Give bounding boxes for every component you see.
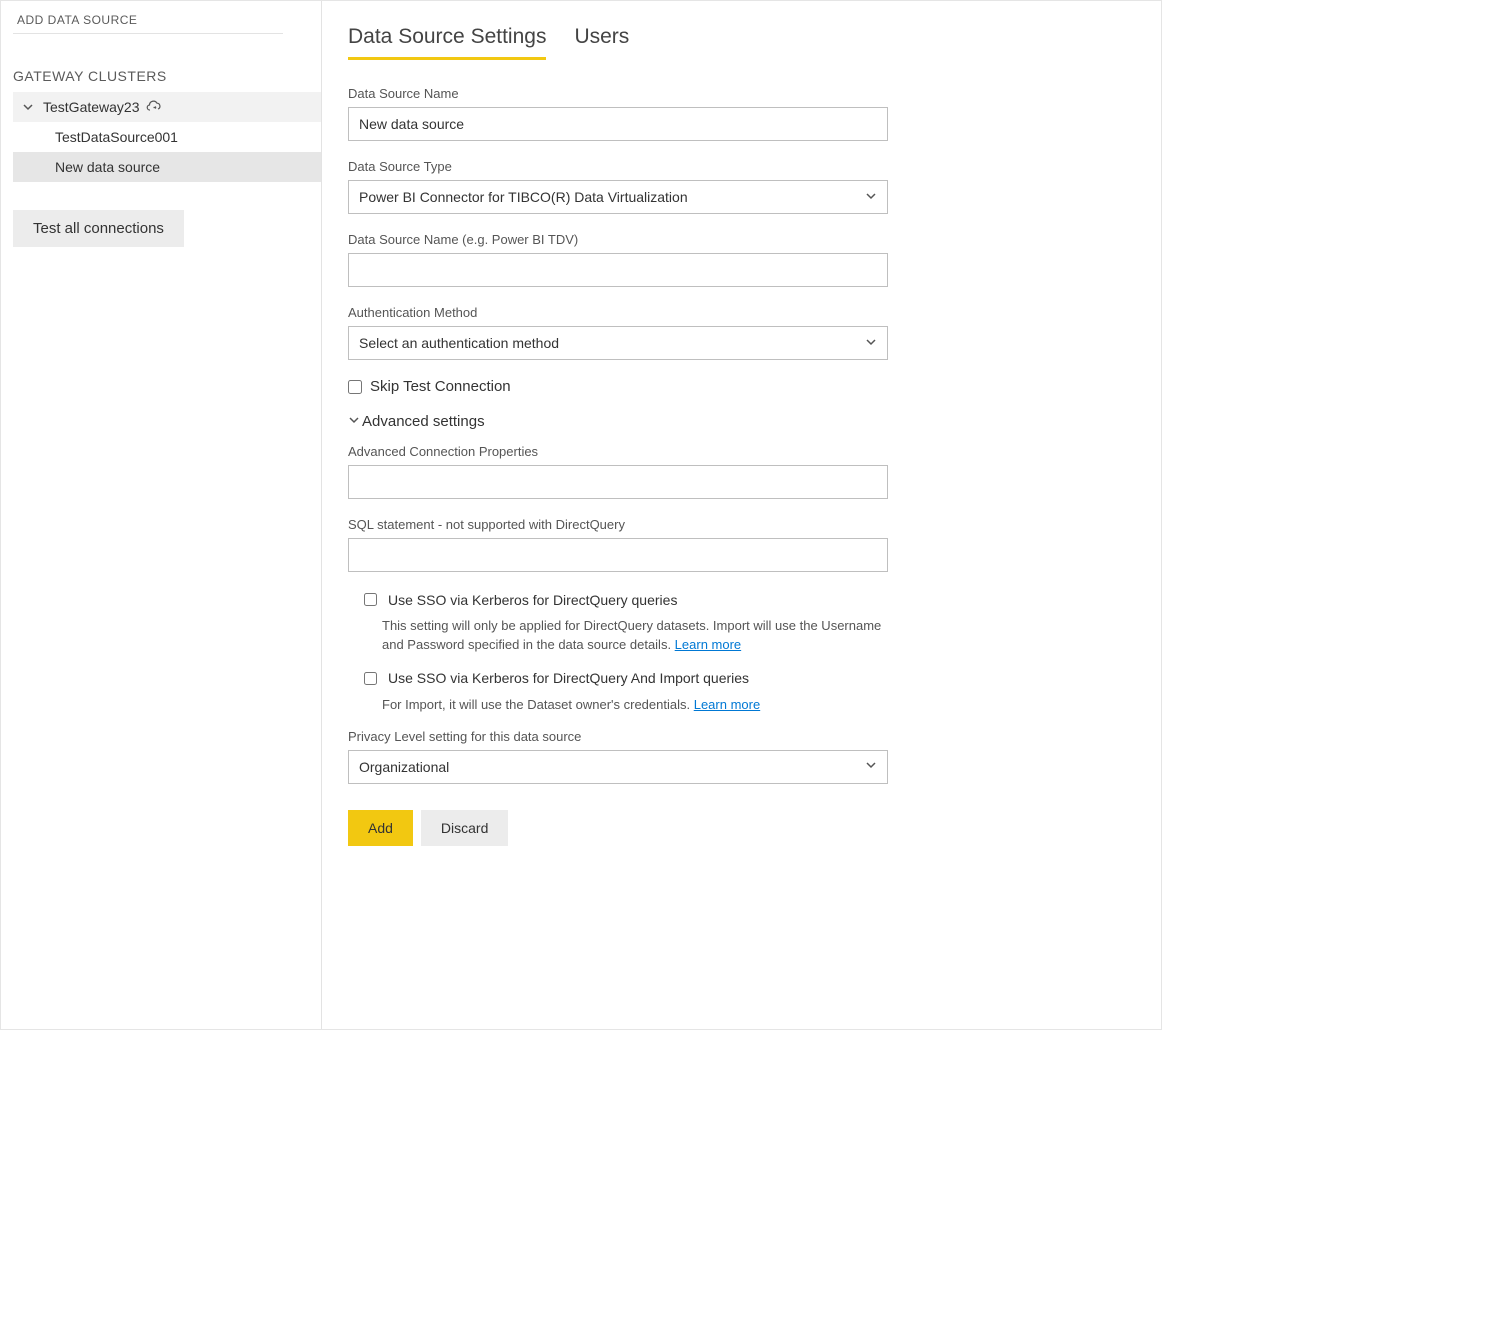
skip-test-label: Skip Test Connection <box>370 378 511 395</box>
dsn2-label: Data Source Name (e.g. Power BI TDV) <box>348 232 1151 247</box>
data-source-item[interactable]: New data source <box>13 152 321 182</box>
adv-conn-props-label: Advanced Connection Properties <box>348 444 1151 459</box>
data-source-type-value: Power BI Connector for TIBCO(R) Data Vir… <box>359 189 688 205</box>
privacy-level-select[interactable]: Organizational <box>348 750 888 784</box>
discard-button[interactable]: Discard <box>421 810 508 846</box>
learn-more-link[interactable]: Learn more <box>694 697 760 712</box>
sso-directquery-import-desc: For Import, it will use the Dataset owne… <box>382 696 900 715</box>
sidebar-header: ADD DATA SOURCE <box>13 13 283 34</box>
sql-statement-label: SQL statement - not supported with Direc… <box>348 517 1151 532</box>
gateway-clusters-title: GATEWAY CLUSTERS <box>13 34 321 92</box>
dsn2-input[interactable] <box>348 253 888 287</box>
sql-statement-input[interactable] <box>348 538 888 572</box>
auth-method-select[interactable]: Select an authentication method <box>348 326 888 360</box>
sso-directquery-import-checkbox[interactable] <box>364 672 377 685</box>
gateway-root-item[interactable]: TestGateway23 <box>13 92 321 122</box>
tabs: Data Source Settings Users <box>348 25 1151 60</box>
advanced-settings-toggle[interactable]: Advanced settings <box>348 413 1151 430</box>
sso-directquery-label: Use SSO via Kerberos for DirectQuery que… <box>388 592 677 608</box>
privacy-level-label: Privacy Level setting for this data sour… <box>348 729 1151 744</box>
sidebar: ADD DATA SOURCE GATEWAY CLUSTERS TestGat… <box>1 1 321 1029</box>
gateway-name: TestGateway23 <box>37 99 140 115</box>
chevron-down-icon <box>19 101 37 113</box>
auth-method-value: Select an authentication method <box>359 335 559 351</box>
sso-directquery-checkbox[interactable] <box>364 593 377 606</box>
chevron-down-icon <box>865 336 877 351</box>
sso-directquery-desc: This setting will only be applied for Di… <box>382 617 900 655</box>
chevron-down-icon <box>348 414 360 429</box>
test-all-connections-button[interactable]: Test all connections <box>13 210 184 247</box>
gateway-tree: TestGateway23 TestDataSource001 New data… <box>13 92 321 182</box>
chevron-down-icon <box>865 190 877 205</box>
tab-users[interactable]: Users <box>574 25 629 60</box>
data-source-label: TestDataSource001 <box>55 129 178 145</box>
data-source-item[interactable]: TestDataSource001 <box>13 122 321 152</box>
data-source-name-input[interactable] <box>348 107 888 141</box>
main-panel: Data Source Settings Users Data Source N… <box>321 1 1161 1029</box>
sso-directquery-import-label: Use SSO via Kerberos for DirectQuery And… <box>388 670 749 686</box>
cloud-sync-icon <box>146 100 162 114</box>
skip-test-checkbox[interactable] <box>348 380 362 394</box>
auth-method-label: Authentication Method <box>348 305 1151 320</box>
chevron-down-icon <box>865 759 877 774</box>
data-source-name-label: Data Source Name <box>348 86 1151 101</box>
privacy-level-value: Organizational <box>359 759 449 775</box>
adv-conn-props-input[interactable] <box>348 465 888 499</box>
data-source-type-label: Data Source Type <box>348 159 1151 174</box>
advanced-settings-label: Advanced settings <box>362 413 485 430</box>
data-source-label: New data source <box>55 159 160 175</box>
add-button[interactable]: Add <box>348 810 413 846</box>
data-source-type-select[interactable]: Power BI Connector for TIBCO(R) Data Vir… <box>348 180 888 214</box>
learn-more-link[interactable]: Learn more <box>675 637 741 652</box>
tab-settings[interactable]: Data Source Settings <box>348 25 546 60</box>
